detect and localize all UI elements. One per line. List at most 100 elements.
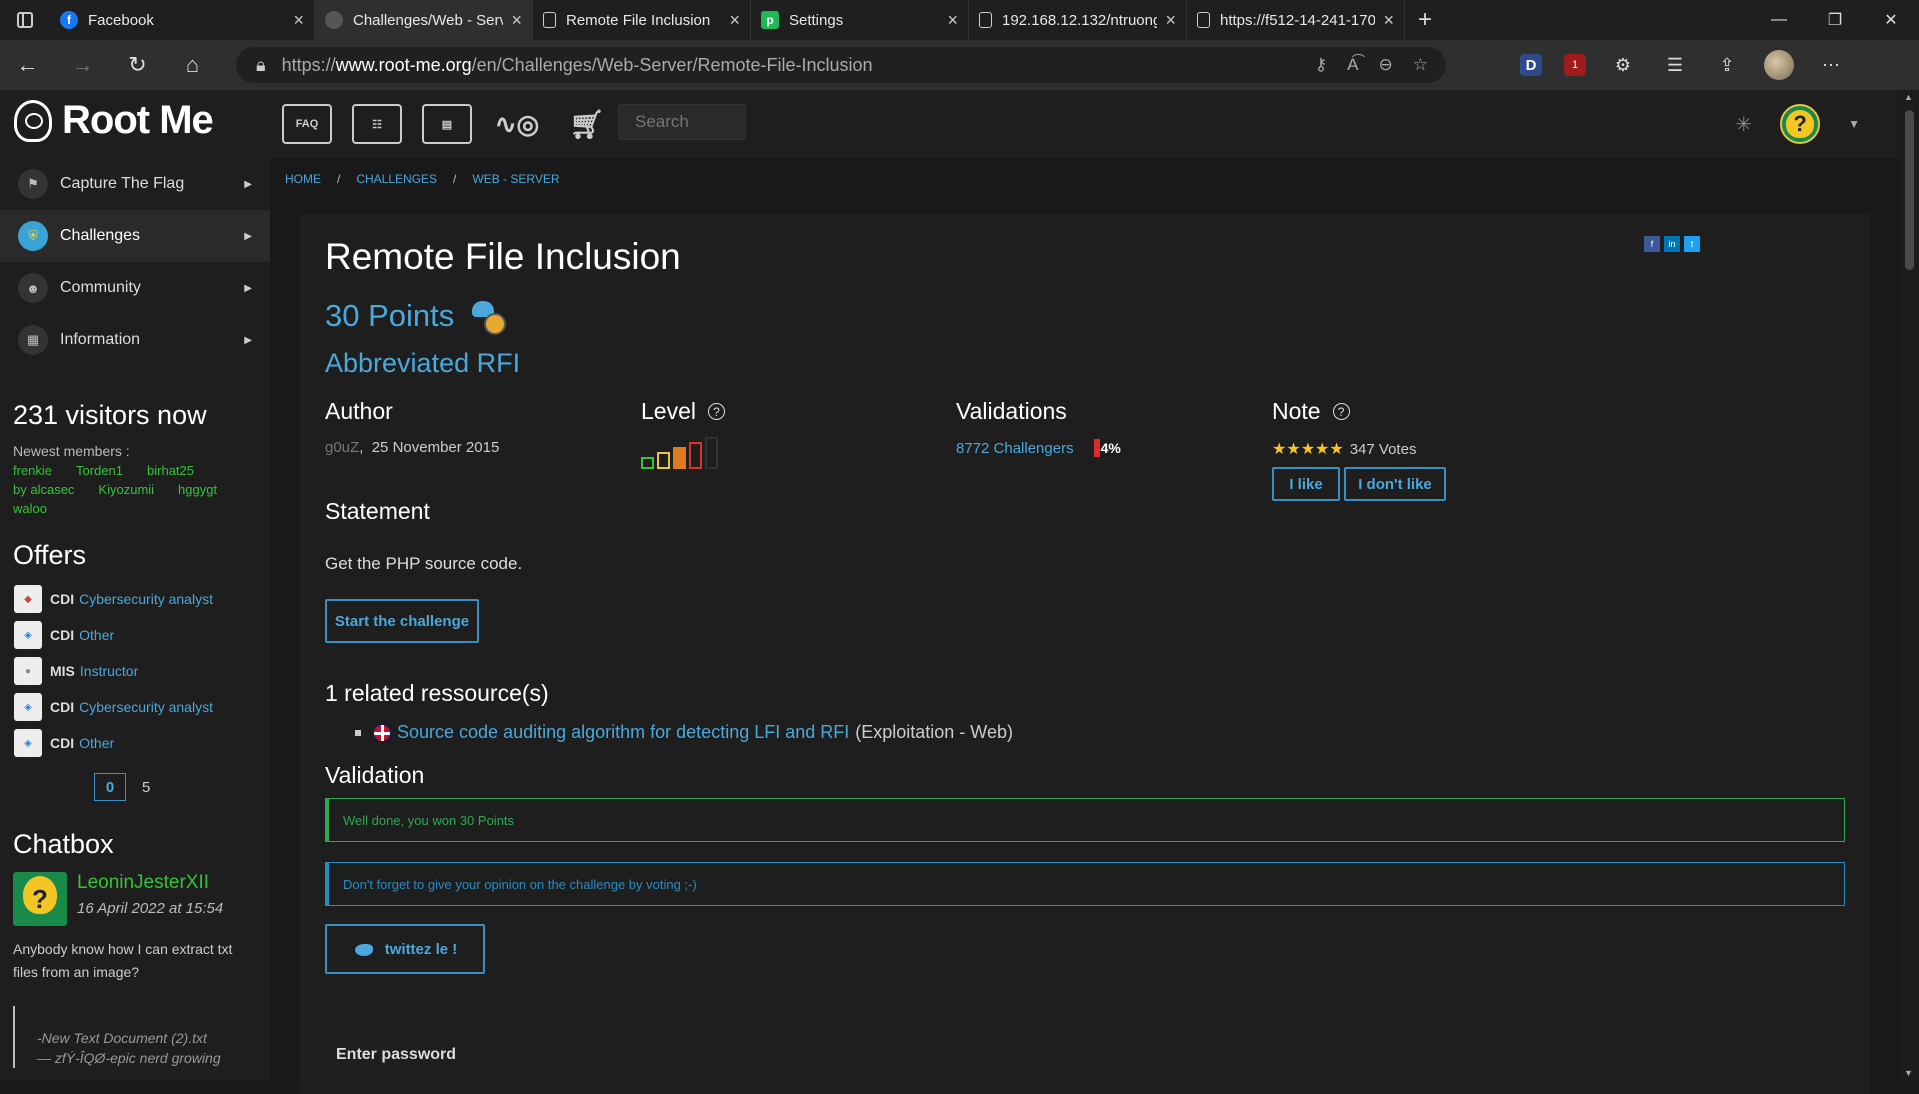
back-button[interactable]: ← <box>0 40 55 90</box>
dislike-button[interactable]: I don't like <box>1344 467 1446 501</box>
new-tab-button[interactable]: + <box>1405 0 1445 40</box>
sidebar-item-information[interactable]: ▦ Information ▶ <box>0 314 270 366</box>
close-tab-icon[interactable]: × <box>1165 10 1176 31</box>
breadcrumb-home[interactable]: HOME <box>285 172 321 186</box>
tab-ngrok-url[interactable]: https://f512-14-241-170-19 × <box>1187 0 1405 40</box>
member-link[interactable]: Torden1 <box>76 463 123 478</box>
share-icon[interactable]: ⇪ <box>1712 50 1742 80</box>
tab-actions-button[interactable] <box>0 0 50 40</box>
tab-title: 192.168.12.132/ntruong.txt <box>1002 11 1158 29</box>
extension-d-icon[interactable]: D <box>1520 54 1542 76</box>
password-label: Enter password <box>336 1046 457 1063</box>
close-tab-icon[interactable]: × <box>511 10 522 31</box>
scrollbar-thumb[interactable] <box>1905 110 1914 270</box>
chat-username[interactable]: LeoninJesterXII <box>77 872 223 894</box>
challenge-subtitle: Abbreviated RFI <box>325 348 521 378</box>
sidebar-item-challenges[interactable]: ⛨ Challenges ▶ <box>0 210 270 262</box>
member-link[interactable]: frenkie <box>13 463 52 478</box>
chat-avatar[interactable]: ? <box>13 872 67 926</box>
resources-heading: 1 related ressource(s) <box>325 680 549 706</box>
restore-icon[interactable]: ❐ <box>1807 0 1863 40</box>
minimize-icon[interactable]: — <box>1751 0 1807 40</box>
offer-item[interactable]: ◆ CDI Cybersecurity analyst <box>0 581 270 617</box>
help-icon[interactable]: ? <box>1332 403 1350 420</box>
sidebar-item-community[interactable]: ☻ Community ▶ <box>0 262 270 314</box>
tab-settings[interactable]: p Settings × <box>751 0 969 40</box>
lock-icon[interactable]: 🔒︎ <box>256 55 266 76</box>
help-icon[interactable]: ? <box>707 403 725 420</box>
start-challenge-button[interactable]: Start the challenge <box>325 599 479 643</box>
offer-item[interactable]: ● MIS Instructor <box>0 653 270 689</box>
ublock-icon[interactable]: 1 <box>1564 54 1586 76</box>
arrow-right-icon: ▶ <box>244 230 252 242</box>
sidebar-item-capture-the-flag[interactable]: ⚑ Capture The Flag ▶ <box>0 158 270 210</box>
author-link[interactable]: g0uZ <box>325 439 359 456</box>
user-avatar[interactable]: ? <box>1780 104 1821 144</box>
linkedin-share-icon[interactable]: in <box>1664 236 1680 252</box>
favorites-icon[interactable]: ☰ <box>1660 50 1690 80</box>
page-icon <box>1197 12 1210 28</box>
site-search-input[interactable] <box>618 104 746 140</box>
favorite-add-icon[interactable]: ☆ <box>1413 55 1428 75</box>
offer-item[interactable]: ◈ CDI Cybersecurity analyst <box>0 689 270 725</box>
tab-facebook[interactable]: f Facebook × <box>50 0 315 40</box>
refresh-button[interactable]: ↻ <box>110 40 165 90</box>
profile-avatar[interactable] <box>1764 50 1794 80</box>
visitors-count: 231 visitors now <box>13 400 207 430</box>
url-text[interactable]: https://www.root-me.org/en/Challenges/We… <box>282 55 1315 76</box>
validations-link[interactable]: 8772 Challengers <box>956 440 1074 457</box>
rootme-logo[interactable]: Root Me <box>14 98 214 143</box>
shop-cart-icon[interactable]: 🛒︎ <box>562 104 612 144</box>
like-button[interactable]: I like <box>1272 467 1340 501</box>
zoom-out-icon[interactable]: ⊖ <box>1379 55 1393 75</box>
extensions-icon[interactable]: ⚙ <box>1608 50 1638 80</box>
resource-link[interactable]: Source code auditing algorithm for detec… <box>397 722 849 743</box>
member-link[interactable]: birhat25 <box>147 463 194 478</box>
tab-remote-file-inclusion[interactable]: Remote File Inclusion × <box>533 0 751 40</box>
language-icon[interactable]: ✳ <box>1735 112 1752 137</box>
scoreboard-icon[interactable]: ☷ <box>352 104 402 144</box>
read-aloud-icon[interactable]: A͡ <box>1347 55 1358 75</box>
web-server-category-icon <box>470 299 507 335</box>
close-tab-icon[interactable]: × <box>293 10 304 31</box>
member-link[interactable]: Kiyozumii <box>98 482 154 497</box>
page-scrollbar[interactable]: ▲ ▼ <box>1900 90 1919 1080</box>
documentation-icon[interactable]: ▤ <box>422 104 472 144</box>
page-next[interactable]: 5 <box>142 779 150 796</box>
forward-button[interactable]: → <box>55 40 110 90</box>
close-window-icon[interactable]: ✕ <box>1863 0 1919 40</box>
challenge-panel: f in t Remote File Inclusion 30 Points A… <box>300 214 1870 1094</box>
breadcrumb-category[interactable]: WEB - SERVER <box>472 172 559 186</box>
home-button[interactable]: ⌂ <box>165 40 220 90</box>
radar-icon[interactable]: ∿◎ <box>492 104 542 144</box>
chat-message: ? LeoninJesterXII 16 April 2022 at 15:54 <box>0 872 270 926</box>
twitter-share-icon[interactable]: t <box>1684 236 1700 252</box>
close-tab-icon[interactable]: × <box>947 10 958 31</box>
offer-item[interactable]: ◈ CDI Other <box>0 617 270 653</box>
level-section: Level? <box>641 398 725 469</box>
page-current[interactable]: 0 <box>94 773 126 801</box>
more-menu-icon[interactable]: ⋯ <box>1816 50 1846 80</box>
tab-challenges[interactable]: Challenges/Web - Server : R × <box>315 0 533 40</box>
key-icon[interactable]: ⚷ <box>1315 55 1327 75</box>
offers-title: Offers <box>13 540 87 570</box>
faq-icon[interactable]: FAQ <box>282 104 332 144</box>
tab-ntruong-txt[interactable]: 192.168.12.132/ntruong.txt × <box>969 0 1187 40</box>
close-tab-icon[interactable]: × <box>729 10 740 31</box>
tab-title: https://f512-14-241-170-19 <box>1220 11 1376 29</box>
close-tab-icon[interactable]: × <box>1383 10 1394 31</box>
url-bar[interactable]: 🔒︎ https://www.root-me.org/en/Challenges… <box>236 47 1446 83</box>
tweet-button[interactable]: twittez le ! <box>325 924 485 974</box>
note-section: Note? ★★★★★ 347 Votes I like I don't lik… <box>1272 398 1446 501</box>
facebook-share-icon[interactable]: f <box>1644 236 1660 252</box>
scroll-up-icon[interactable]: ▲ <box>1904 92 1913 102</box>
level-bar-2 <box>657 452 670 469</box>
offer-item[interactable]: ◈ CDI Other <box>0 725 270 761</box>
member-link[interactable]: waloo <box>13 501 47 516</box>
validation-percent-bar <box>1093 439 1100 457</box>
scroll-down-icon[interactable]: ▼ <box>1904 1068 1913 1078</box>
chevron-down-icon[interactable]: ▼ <box>1848 117 1860 131</box>
member-link[interactable]: hggygt <box>178 482 217 497</box>
member-link[interactable]: by alcasec <box>13 482 74 497</box>
breadcrumb-challenges[interactable]: CHALLENGES <box>356 172 437 186</box>
